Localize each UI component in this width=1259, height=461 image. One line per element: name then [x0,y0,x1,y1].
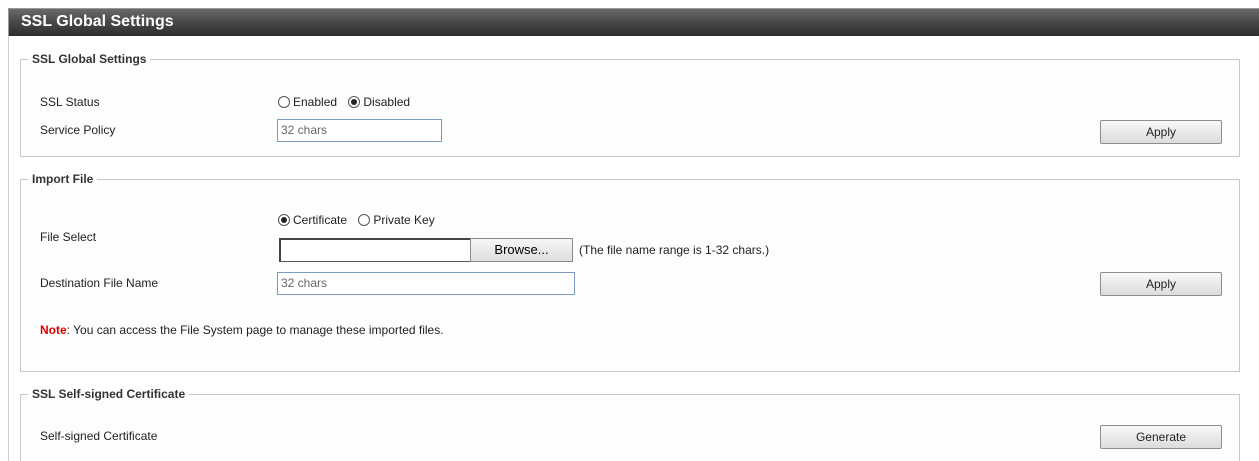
ssl-global-apply-button[interactable]: Apply [1100,120,1222,144]
section-legend: SSL Global Settings [32,52,147,66]
note-text: : You can access the File System page to… [66,323,444,337]
ssl-global-settings-section: SSL Global Settings [20,52,1240,157]
ssl-disabled-radio[interactable] [348,96,361,108]
private-key-radio[interactable] [358,214,371,226]
ssl-enabled-radio[interactable] [278,96,290,108]
ssl-self-signed-section: SSL Self-signed Certificate [20,387,1240,461]
certificate-label[interactable]: Certificate [293,213,347,227]
destination-file-name-label: Destination File Name [40,276,159,290]
section-legend: SSL Self-signed Certificate [32,387,186,401]
service-policy-label: Service Policy [40,123,116,137]
ssl-disabled-label[interactable]: Disabled [363,95,410,109]
ssl-status-label: SSL Status [40,95,100,109]
file-name-hint: (The file name range is 1-32 chars.) [579,243,770,257]
generate-button[interactable]: Generate [1100,425,1222,449]
destination-file-name-input[interactable]: 32 chars [277,272,575,295]
self-signed-certificate-label: Self-signed Certificate [40,429,158,443]
file-type-radio-group: Certificate Private Key [278,213,443,227]
note-key: Note [40,323,67,337]
service-policy-input[interactable]: 32 chars [277,119,442,142]
page-title: SSL Global Settings [21,13,174,30]
section-legend: Import File [32,172,94,186]
file-select-label: File Select [40,230,97,244]
import-file-section: Import File [20,172,1240,372]
certificate-radio[interactable] [278,214,290,226]
ssl-enabled-label[interactable]: Enabled [293,95,337,109]
import-note: Note: You can access the File System pag… [40,323,444,337]
ssl-status-radio-group: Enabled Disabled [278,95,418,109]
page-title-bar: SSL Global Settings [8,8,1259,36]
browse-button[interactable]: Browse... [470,238,573,262]
file-path-field[interactable] [279,238,471,262]
private-key-label[interactable]: Private Key [373,213,434,227]
import-file-apply-button[interactable]: Apply [1100,272,1222,296]
